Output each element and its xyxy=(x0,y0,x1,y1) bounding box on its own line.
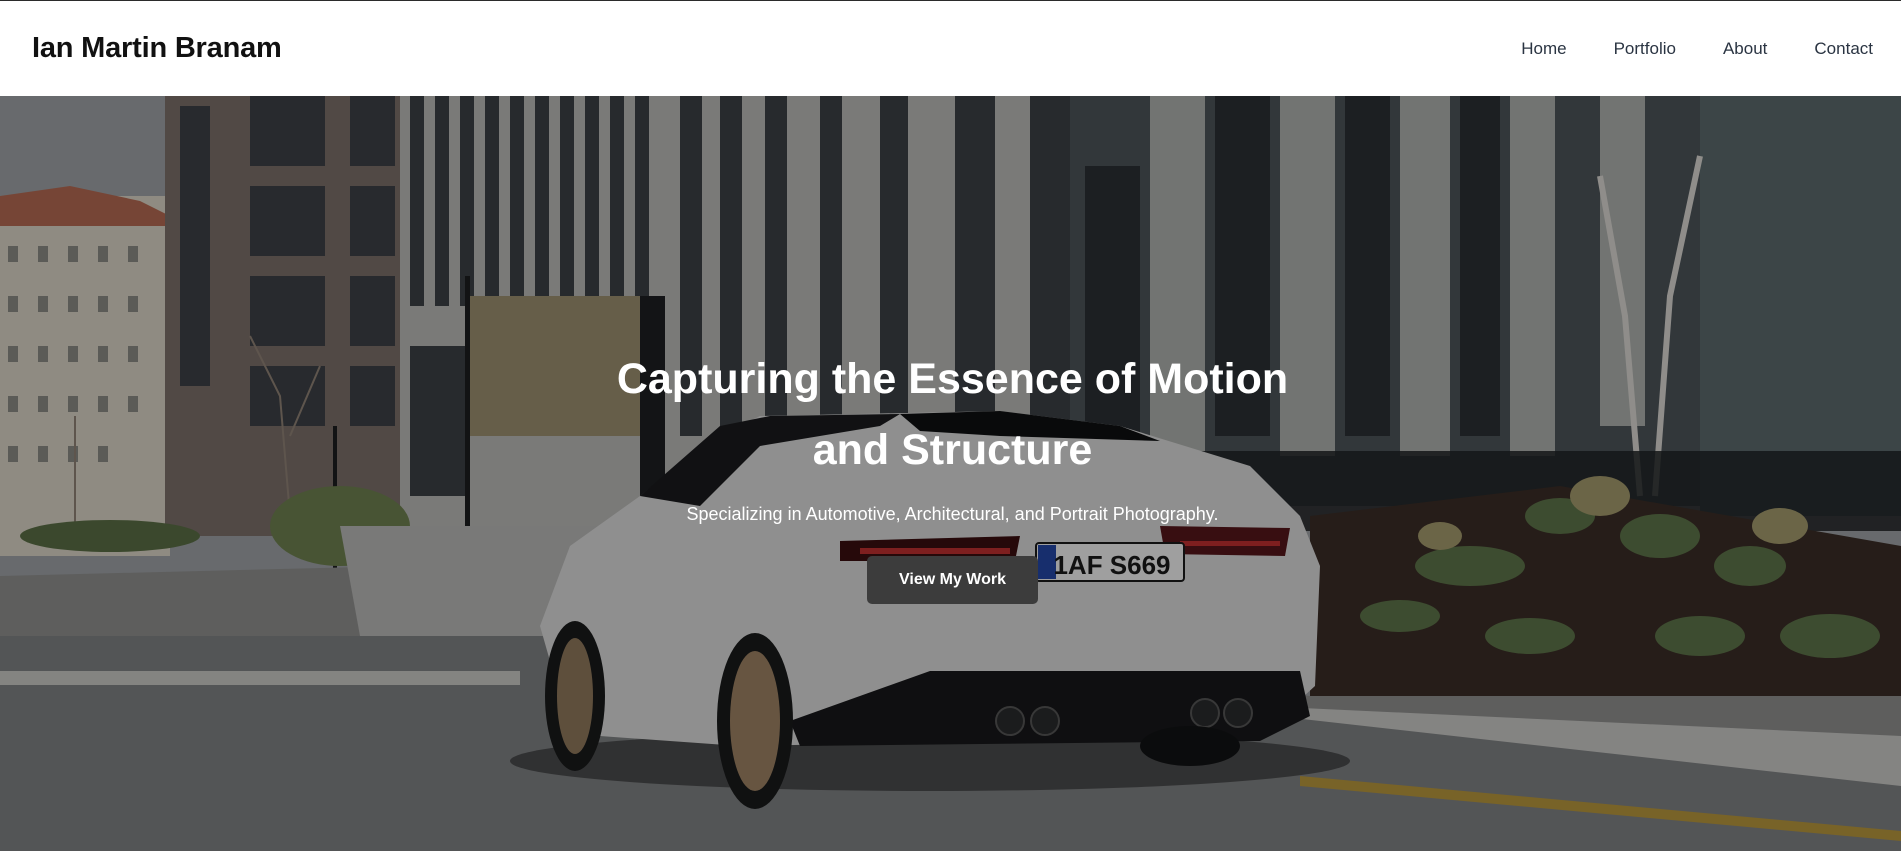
view-my-work-button[interactable]: View My Work xyxy=(867,556,1038,604)
hero-subtitle: Specializing in Automotive, Architectura… xyxy=(686,504,1219,524)
site-header: Ian Martin Branam Home Portfolio About C… xyxy=(0,1,1901,96)
hero-section: 1AF S669 Capturing the Essence of Motion… xyxy=(0,96,1901,851)
main-nav: Home Portfolio About Contact xyxy=(1474,39,1873,59)
nav-portfolio[interactable]: Portfolio xyxy=(1614,39,1676,59)
site-brand[interactable]: Ian Martin Branam xyxy=(32,32,282,65)
nav-home[interactable]: Home xyxy=(1521,39,1566,59)
bottom-edge xyxy=(0,851,1901,856)
hero-title: Capturing the Essence of Motion and Stru… xyxy=(616,355,1289,474)
nav-contact[interactable]: Contact xyxy=(1814,39,1873,59)
nav-about[interactable]: About xyxy=(1723,39,1767,59)
hero-content: Capturing the Essence of Motion and Stru… xyxy=(0,96,1901,851)
